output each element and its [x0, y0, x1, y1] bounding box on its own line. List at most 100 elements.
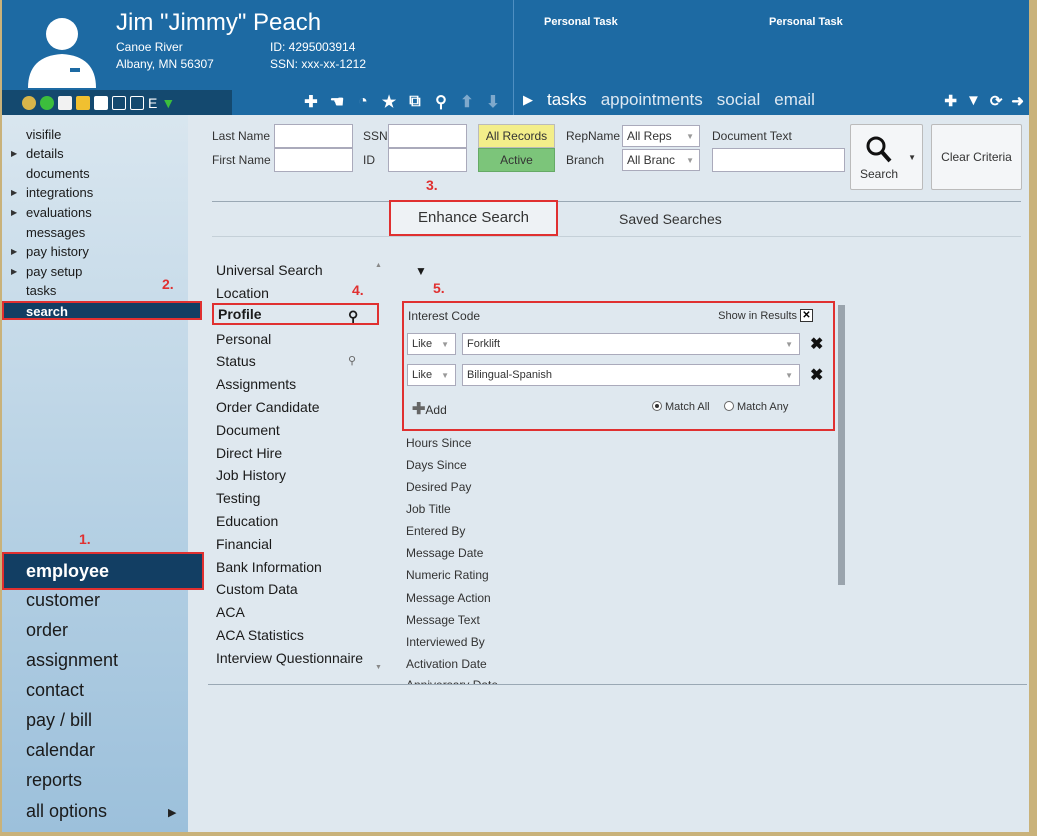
category-document[interactable]: Document: [216, 422, 280, 438]
nav-reports[interactable]: reports: [26, 770, 82, 791]
sidebar-item-documents[interactable]: documents: [26, 166, 90, 181]
add-icon[interactable]: ✚: [302, 92, 320, 112]
category-aca-statistics[interactable]: ACA Statistics: [216, 627, 304, 643]
document-icon[interactable]: [94, 95, 108, 110]
hand-icon[interactable]: ☚: [328, 92, 346, 112]
field-message-text[interactable]: Message Text: [406, 613, 480, 627]
category-assignments[interactable]: Assignments: [216, 376, 296, 392]
nav-calendar[interactable]: calendar: [26, 740, 95, 761]
expand-arrow-icon[interactable]: ▶: [11, 267, 17, 276]
star-icon[interactable]: ★: [380, 92, 398, 112]
category-testing[interactable]: Testing: [216, 490, 260, 506]
value-select[interactable]: Bilingual-Spanish ▼: [462, 364, 800, 386]
add-criteria-button[interactable]: ✚Add: [412, 399, 447, 419]
tab-email[interactable]: email: [774, 90, 815, 110]
nav-contact[interactable]: contact: [26, 680, 84, 701]
repname-select[interactable]: All Reps ▼: [622, 125, 700, 147]
field-message-action[interactable]: Message Action: [406, 591, 491, 605]
clear-criteria-button[interactable]: Clear Criteria: [931, 124, 1022, 190]
all-records-toggle[interactable]: All Records: [478, 124, 555, 148]
tab-social[interactable]: social: [717, 90, 760, 110]
value-select[interactable]: Forklift ▼: [462, 333, 800, 355]
remove-row-icon[interactable]: ✖: [810, 365, 823, 385]
category-direct-hire[interactable]: Direct Hire: [216, 445, 282, 461]
search-button[interactable]: ▼ Search: [850, 124, 923, 190]
expand-arrow-icon[interactable]: ▶: [11, 208, 17, 217]
add-task-icon[interactable]: ✚: [944, 92, 957, 110]
sidebar-item-pay-history[interactable]: pay history: [26, 244, 89, 259]
sidebar-item-visifile[interactable]: visifile: [26, 127, 61, 142]
category-financial[interactable]: Financial: [216, 536, 272, 552]
nav-order[interactable]: order: [26, 620, 68, 641]
all-options-arrow-icon[interactable]: ▶: [168, 806, 176, 819]
category-personal[interactable]: Personal: [216, 331, 271, 347]
coin-icon[interactable]: [22, 95, 36, 110]
expand-arrow-icon[interactable]: ▶: [11, 188, 17, 197]
field-days-since[interactable]: Days Since: [406, 458, 467, 472]
ssn-input[interactable]: [388, 124, 467, 148]
calendar-icon[interactable]: [58, 95, 72, 110]
expand-arrow-icon[interactable]: ▶: [11, 247, 17, 256]
personal-task-2[interactable]: Personal Task: [769, 16, 843, 28]
tab-saved-searches[interactable]: Saved Searches: [619, 211, 722, 227]
nav-customer[interactable]: customer: [26, 590, 100, 611]
dna-icon[interactable]: [76, 95, 90, 110]
category-job-history[interactable]: Job History: [216, 467, 286, 483]
nav-employee[interactable]: employee: [2, 552, 204, 590]
pie-icon[interactable]: ◔: [354, 93, 372, 111]
nav-all-options[interactable]: all options: [26, 801, 107, 822]
last-name-input[interactable]: [274, 124, 353, 148]
checkbox-icon[interactable]: [112, 95, 126, 110]
field-job-title[interactable]: Job Title: [406, 502, 451, 516]
personal-task-1[interactable]: Personal Task: [544, 16, 618, 28]
filter-icon[interactable]: ▼: [966, 92, 981, 110]
tab-enhance-search[interactable]: Enhance Search: [389, 200, 558, 236]
category-scrollbar[interactable]: ▲ ▼: [375, 262, 383, 672]
nav-pay-bill[interactable]: pay / bill: [26, 710, 92, 731]
field-interviewed-by[interactable]: Interviewed By: [406, 635, 485, 649]
e-verify-icon[interactable]: E: [148, 95, 157, 111]
chevron-down-icon[interactable]: ▼: [908, 153, 916, 162]
field-message-date[interactable]: Message Date: [406, 546, 483, 560]
field-activation-date[interactable]: Activation Date: [406, 657, 487, 671]
nav-assignment[interactable]: assignment: [26, 650, 118, 671]
funnel-icon[interactable]: ▼: [415, 264, 427, 278]
first-name-input[interactable]: [274, 148, 353, 172]
scroll-down-icon[interactable]: ▼: [375, 664, 382, 671]
category-bank-information[interactable]: Bank Information: [216, 559, 322, 575]
arrow-up-icon[interactable]: ⬆: [458, 92, 476, 112]
id-card-icon[interactable]: [130, 95, 144, 110]
external-link-icon[interactable]: ⧉: [406, 93, 424, 111]
green-status-icon[interactable]: [40, 95, 54, 110]
operator-select[interactable]: Like ▼: [407, 364, 456, 386]
category-location[interactable]: Location: [216, 285, 269, 301]
match-all-radio[interactable]: Match All: [652, 401, 710, 413]
remove-row-icon[interactable]: ✖: [810, 334, 823, 354]
match-any-radio[interactable]: Match Any: [724, 401, 788, 413]
scroll-up-icon[interactable]: ▲: [375, 262, 383, 269]
sidebar-item-integrations[interactable]: integrations: [26, 185, 93, 200]
sidebar-item-evaluations[interactable]: evaluations: [26, 205, 92, 220]
category-status[interactable]: Status: [216, 353, 256, 369]
document-text-input[interactable]: [712, 148, 845, 172]
sidebar-item-pay-setup[interactable]: pay setup: [26, 264, 82, 279]
category-aca[interactable]: ACA: [216, 604, 245, 620]
expand-arrow-icon[interactable]: ▶: [11, 149, 17, 158]
operator-select[interactable]: Like ▼: [407, 333, 456, 355]
arrow-right-icon[interactable]: ➜: [1011, 92, 1024, 110]
category-profile[interactable]: Profile ⚲: [212, 303, 379, 325]
sidebar-item-details[interactable]: details: [26, 146, 64, 161]
branch-select[interactable]: All Branc ▼: [622, 149, 700, 171]
play-icon[interactable]: ▶: [523, 92, 533, 108]
arrow-down-icon[interactable]: ⬇: [484, 92, 502, 112]
sidebar-item-messages[interactable]: messages: [26, 225, 85, 240]
filter-green-icon[interactable]: ▼: [161, 95, 175, 111]
show-in-results-checkbox[interactable]: ✕: [800, 309, 813, 322]
tab-tasks[interactable]: tasks: [547, 90, 587, 110]
category-education[interactable]: Education: [216, 513, 278, 529]
field-entered-by[interactable]: Entered By: [406, 524, 465, 538]
fields-scrollbar[interactable]: [838, 305, 845, 585]
sidebar-item-tasks[interactable]: tasks: [26, 283, 56, 298]
id-input[interactable]: [388, 148, 467, 172]
field-numeric-rating[interactable]: Numeric Rating: [406, 568, 489, 582]
